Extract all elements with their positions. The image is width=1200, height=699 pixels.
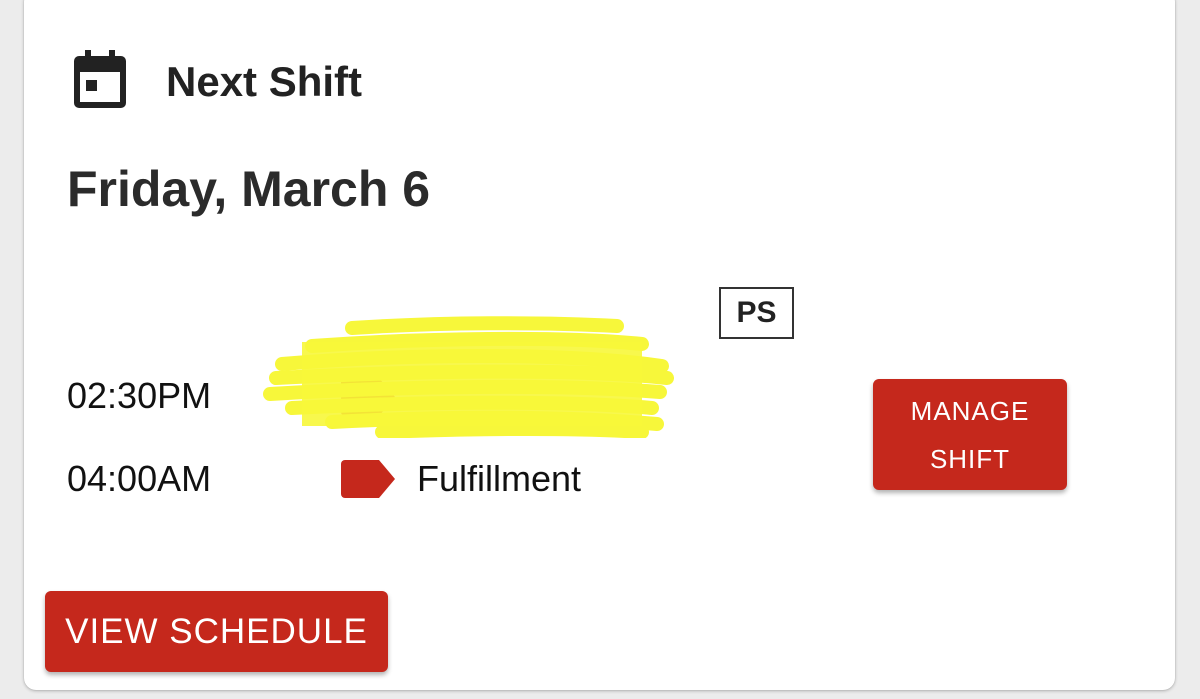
department-label: Fulfillment bbox=[417, 458, 582, 499]
shift-date: Friday, March 6 bbox=[67, 161, 431, 217]
manage-shift-label: MANAGE SHIFT bbox=[910, 395, 1030, 474]
redaction-scribble bbox=[263, 316, 674, 438]
shift-end-time: 04:00AM bbox=[67, 458, 212, 499]
manage-shift-button[interactable]: MANAGE SHIFT bbox=[873, 379, 1067, 490]
label-tag-icon bbox=[341, 460, 395, 498]
card-title: Next Shift bbox=[166, 58, 363, 105]
shift-start-time: 02:30PM bbox=[67, 375, 212, 416]
view-schedule-button[interactable]: VIEW SCHEDULE bbox=[45, 591, 388, 672]
calendar-icon bbox=[74, 50, 126, 108]
ps-badge: PS bbox=[719, 287, 794, 339]
